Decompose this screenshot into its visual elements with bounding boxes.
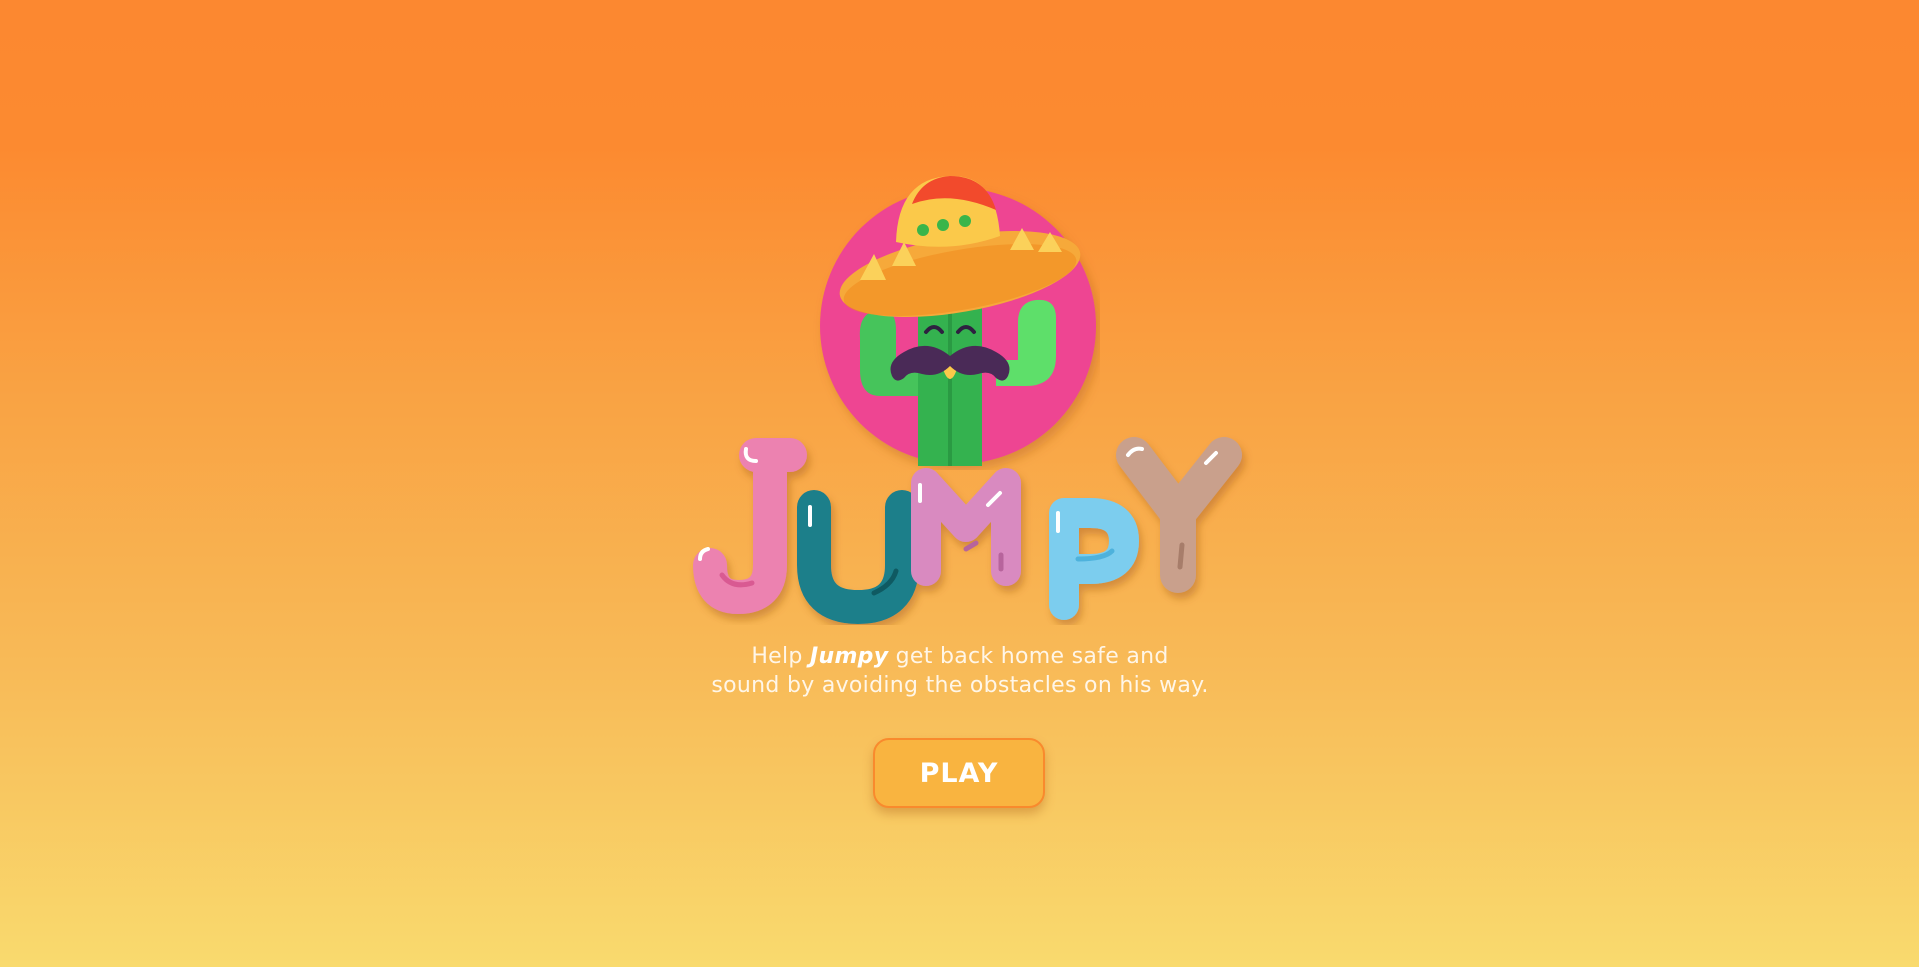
tagline-text-start: Help: [751, 644, 810, 669]
tagline-line-2: sound by avoiding the obstacles on his w…: [711, 673, 1209, 698]
tagline: Help Jumpy get back home safe and sound …: [560, 642, 1360, 700]
tagline-line-1: Help Jumpy get back home safe and: [560, 642, 1360, 671]
game-title-lettering: [693, 437, 1242, 624]
character-name: Jumpy: [810, 644, 889, 669]
start-screen: Help Jumpy get back home safe and sound …: [0, 0, 1919, 967]
game-title: [660, 425, 1260, 625]
tagline-text-end: get back home safe and: [888, 644, 1169, 669]
play-button[interactable]: PLAY: [873, 738, 1045, 808]
